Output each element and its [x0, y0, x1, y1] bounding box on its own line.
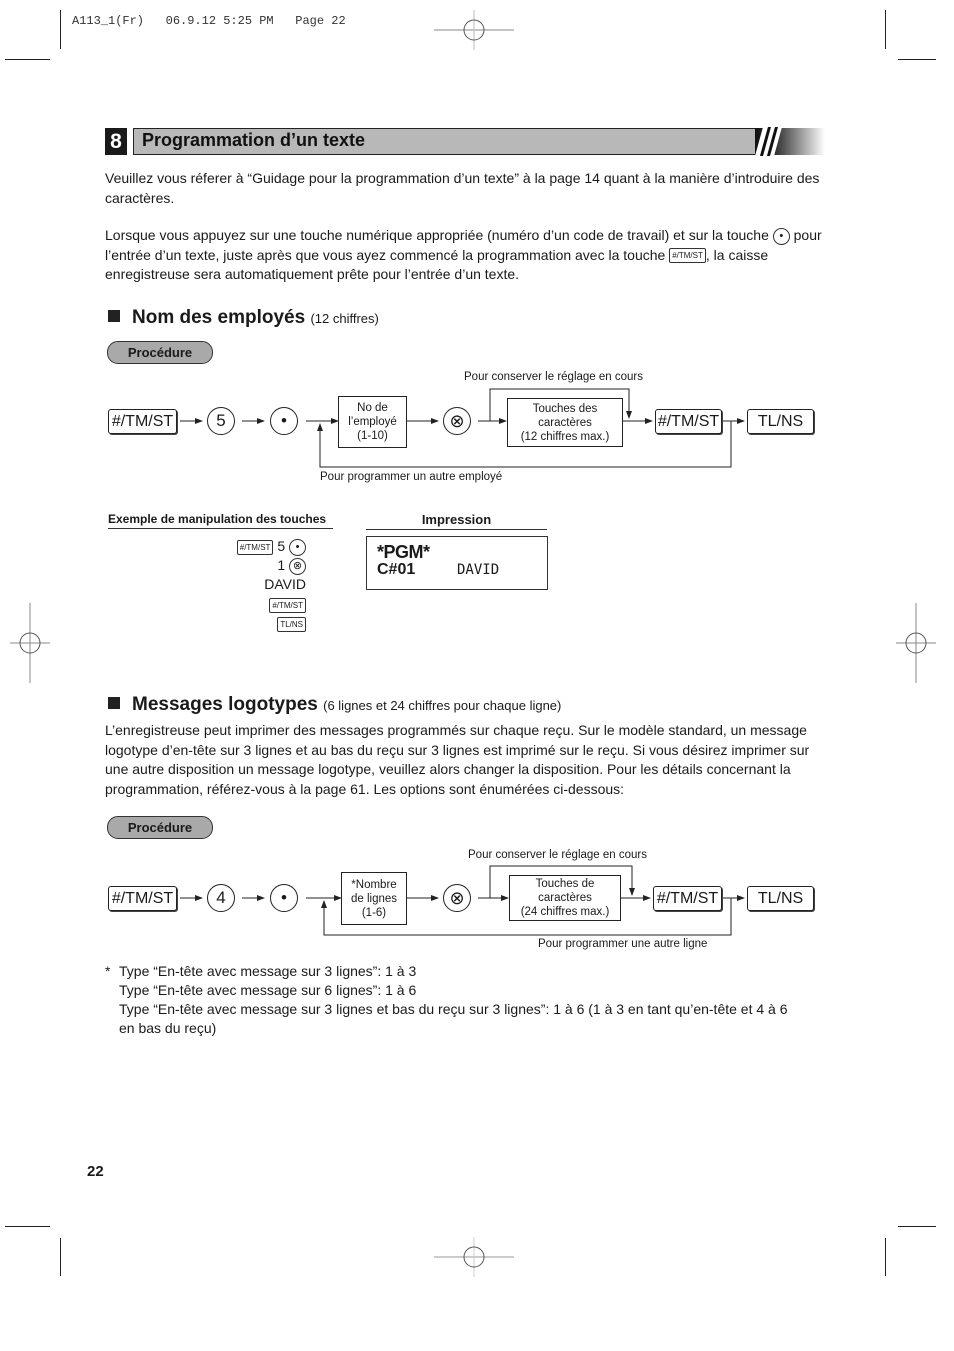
- point-key: •: [270, 884, 298, 912]
- note-line: Type “En-tête avec message sur 6 lignes”…: [119, 982, 417, 998]
- registration-mark-bottom: [434, 1237, 514, 1277]
- box-line: Touches de: [535, 878, 595, 890]
- note-line: Type “En-tête avec message sur 3 lignes”…: [119, 963, 417, 979]
- line-count-box: *Nombre de lignes (1-6): [341, 872, 407, 925]
- tlns-key: TL/NS: [747, 886, 814, 911]
- note-line: Type “En-tête avec message sur 3 lignes …: [119, 1001, 788, 1017]
- crop-mark: [885, 1238, 886, 1276]
- box-line: caractères: [538, 892, 592, 904]
- box-line: (1-6): [361, 906, 387, 919]
- page-number: 22: [87, 1163, 104, 1180]
- loop-repeat-label: Pour programmer une autre ligne: [538, 938, 708, 950]
- note-line: en bas du reçu): [119, 1020, 217, 1036]
- loop-keep-label: Pour conserver le réglage en cours: [468, 849, 647, 861]
- tmst-key: #/TM/ST: [653, 886, 722, 911]
- crop-mark: [60, 1238, 61, 1276]
- multiply-key: ⊗: [443, 884, 471, 912]
- note-marker: *: [105, 963, 111, 979]
- box-line: *Nombre: [351, 878, 397, 891]
- tmst-key: #/TM/ST: [108, 886, 177, 911]
- crop-mark: [898, 1226, 936, 1227]
- logos-flow-connectors: [180, 865, 745, 936]
- number-4-key: 4: [207, 884, 235, 912]
- crop-mark: [5, 1226, 50, 1227]
- box-line: (24 chiffres max.): [520, 906, 610, 918]
- character-keys-box: Touches de caractères (24 chiffres max.): [509, 875, 621, 921]
- box-line: de lignes: [350, 892, 398, 905]
